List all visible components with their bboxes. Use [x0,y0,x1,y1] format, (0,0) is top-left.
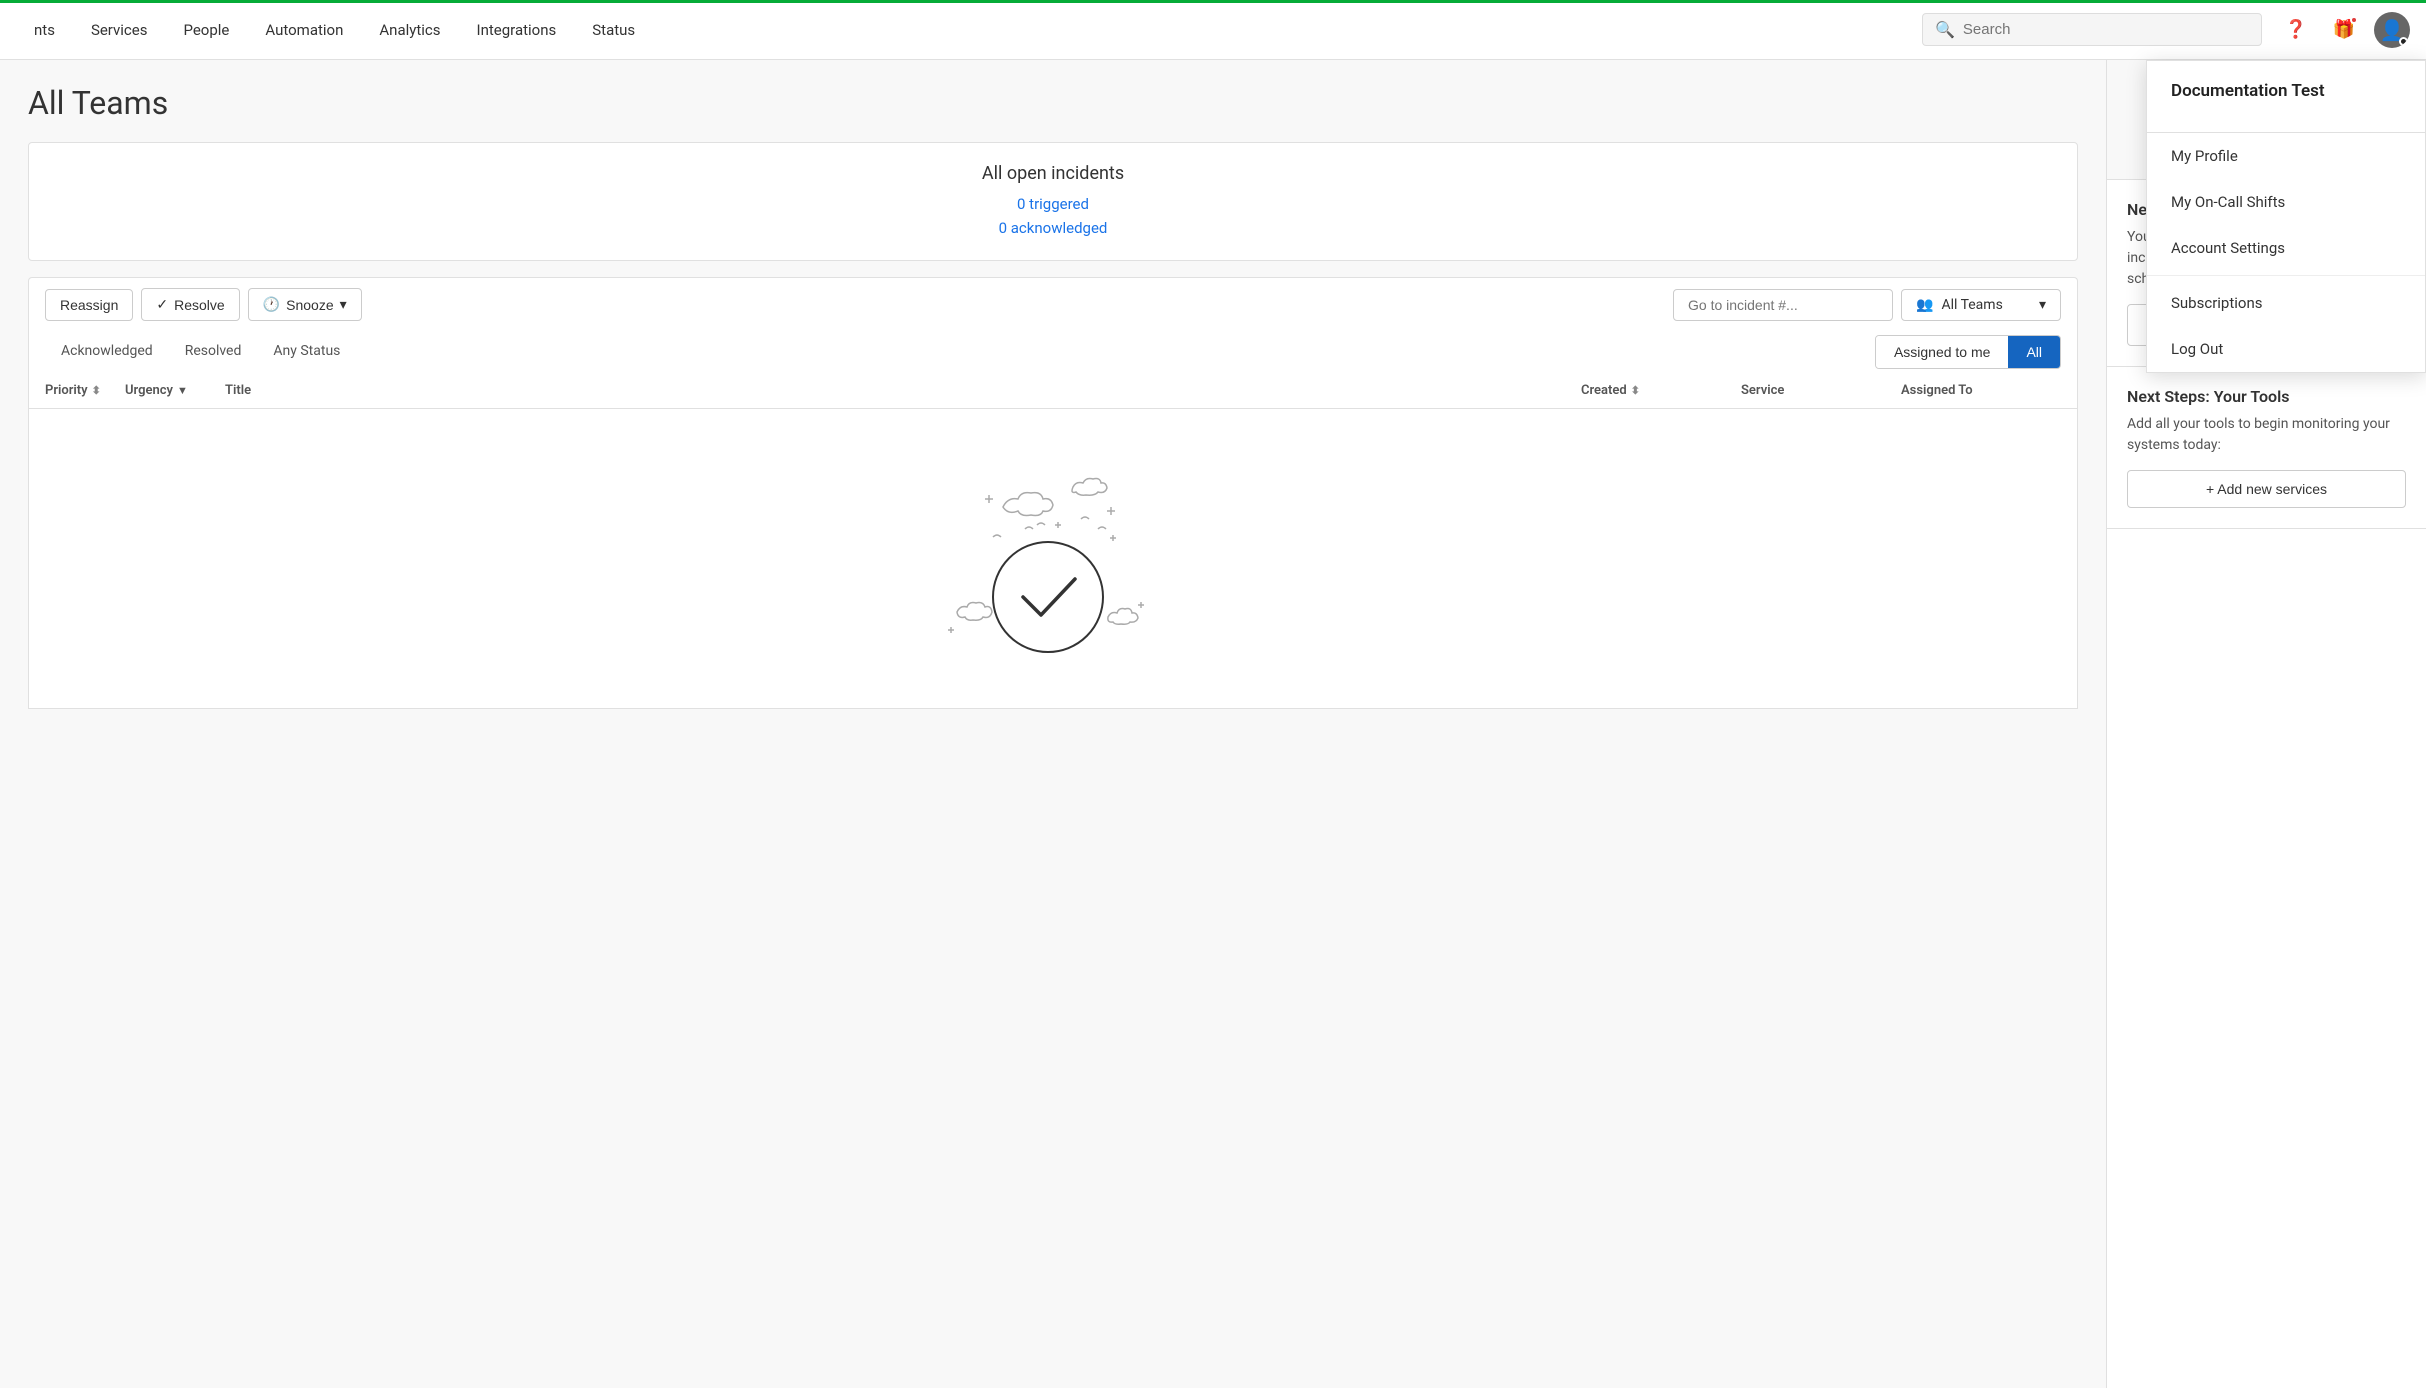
user-avatar[interactable]: 👤 [2374,12,2410,48]
nav-link-automation[interactable]: Automation [247,0,361,60]
acknowledged-link[interactable]: 0 acknowledged [57,216,2049,240]
top-navigation: nts Services People Automation Analytics… [0,0,2426,60]
nav-link-analytics[interactable]: Analytics [361,0,458,60]
triggered-link[interactable]: 0 triggered [57,192,2049,216]
question-icon: ❓ [2285,19,2307,40]
add-services-button[interactable]: + Add new services [2127,470,2406,508]
resolve-label: Resolve [174,297,225,313]
urgency-filter-icon: ▼ [177,384,188,397]
gift-button[interactable]: 🎁 [2326,12,2362,48]
service-label: Service [1741,383,1784,398]
assign-toggle: Assigned to me All [1875,335,2061,369]
content-area: All Teams All open incidents 0 triggered… [0,60,2106,1388]
assigned-to-label: Assigned To [1901,383,1973,398]
goto-incident-input[interactable] [1673,289,1893,321]
reassign-label: Reassign [60,297,118,313]
dropdown-log-out[interactable]: Log Out [2147,326,2425,372]
col-title: Title [225,383,1581,398]
created-sort-icon: ⬍ [1631,384,1640,397]
nav-link-integrations[interactable]: Integrations [459,0,575,60]
col-created[interactable]: Created ⬍ [1581,383,1741,398]
reassign-button[interactable]: Reassign [45,289,133,321]
dropdown-my-on-call-shifts[interactable]: My On-Call Shifts [2147,179,2425,225]
page-title: All Teams [28,84,2078,122]
tab-any-status[interactable]: Any Status [257,331,356,373]
assign-all-button[interactable]: All [2008,336,2060,368]
tab-acknowledged[interactable]: Acknowledged [45,331,169,373]
main-layout: All Teams All open incidents 0 triggered… [0,60,2426,1388]
incidents-summary-title: All open incidents [57,163,2049,184]
snooze-button[interactable]: 🕐 Snooze ▾ [248,288,362,321]
created-label: Created [1581,383,1627,398]
tools-title: Next Steps: Your Tools [2127,387,2406,406]
team-icon: 👥 [1916,297,1933,313]
empty-state-svg [943,457,1163,657]
incidents-toolbar: Reassign ✓ Resolve 🕐 Snooze ▾ 👥 All Team… [28,277,2078,331]
nav-links: nts Services People Automation Analytics… [16,0,653,60]
snooze-label: Snooze [286,297,333,313]
notification-dot [2350,16,2358,24]
nav-link-services[interactable]: Services [73,0,166,60]
clock-icon: 🕐 [263,296,280,313]
help-button[interactable]: ❓ [2278,12,2314,48]
nav-link-people[interactable]: People [165,0,247,60]
dropdown-my-profile[interactable]: My Profile [2147,133,2425,179]
dropdown-header: Documentation Test [2147,61,2425,133]
team-selector[interactable]: 👥 All Teams ▾ [1901,289,2061,321]
checkmark-icon: ✓ [156,296,168,313]
status-tabs: Acknowledged Resolved Any Status Assigne… [28,331,2078,373]
progress-bar [0,0,2426,3]
resolve-button[interactable]: ✓ Resolve [141,288,239,321]
search-icon: 🔍 [1935,20,1955,39]
empty-state [28,409,2078,709]
search-input[interactable] [1963,21,2249,38]
user-dropdown-menu: Documentation Test My Profile My On-Call… [2146,60,2426,373]
col-service: Service [1741,383,1901,398]
dropdown-subscriptions[interactable]: Subscriptions [2147,280,2425,326]
dropdown-user-name: Documentation Test [2171,81,2401,101]
col-priority[interactable]: Priority ⬍ [45,383,125,398]
nav-icons: ❓ 🎁 👤 [2278,12,2410,48]
priority-label: Priority [45,383,88,398]
priority-sort-icon: ⬍ [92,384,101,397]
team-label: All Teams [1941,297,2002,313]
chevron-down-icon: ▾ [2039,297,2046,313]
dropdown-account-settings[interactable]: Account Settings [2147,225,2425,271]
urgency-label: Urgency [125,383,173,398]
col-assigned: Assigned To [1901,383,2061,398]
incidents-summary: All open incidents 0 triggered 0 acknowl… [28,142,2078,261]
title-label: Title [225,383,251,398]
dropdown-divider [2147,275,2425,276]
table-header: Priority ⬍ Urgency ▼ Title Created ⬍ Ser… [28,373,2078,409]
tools-card: Next Steps: Your Tools Add all your tool… [2107,367,2426,529]
assign-to-me-button[interactable]: Assigned to me [1876,336,2009,368]
tools-body: Add all your tools to begin monitoring y… [2127,414,2406,456]
add-services-label: + Add new services [2206,481,2327,497]
search-box[interactable]: 🔍 [1922,13,2262,46]
empty-illustration [943,457,1163,661]
avatar-status-dot [2399,37,2408,46]
col-urgency[interactable]: Urgency ▼ [125,383,225,398]
nav-link-incidents[interactable]: nts [16,0,73,60]
nav-link-status[interactable]: Status [574,0,653,60]
tab-resolved[interactable]: Resolved [169,331,258,373]
chevron-down-icon: ▾ [340,296,347,313]
